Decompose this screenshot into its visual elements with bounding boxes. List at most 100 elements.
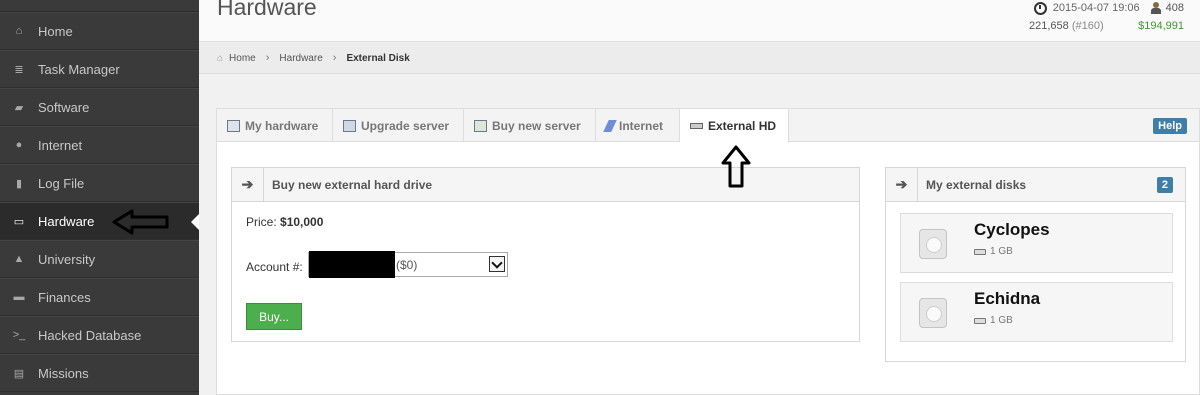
disk-size-value: 1 GB: [990, 315, 1013, 326]
buy-hd-panel-header: ➔ Buy new external hard drive: [232, 167, 859, 202]
sidebar-item-label: Missions: [38, 365, 89, 381]
monitor-icon: ▭: [13, 215, 25, 228]
chevron-down-icon[interactable]: [489, 256, 505, 272]
hard-drive-icon: [919, 229, 947, 259]
tab-buy-new-server[interactable]: Buy new server: [464, 109, 596, 142]
users-online-icon: [1150, 1, 1162, 15]
header-datetime: 2015-04-07 19:06: [1052, 2, 1140, 14]
header-online-count: 408: [1165, 2, 1184, 14]
sidebar-item-finances[interactable]: ▬ Finances: [0, 278, 199, 316]
add-server-icon: [474, 119, 487, 132]
header-rank: (#160): [1071, 20, 1104, 32]
book-icon: ▮: [15, 177, 23, 190]
disk-count-badge: 2: [1156, 176, 1173, 193]
sidebar-item-label: Hacked Database: [38, 327, 142, 343]
breadcrumb-current: External Disk: [346, 52, 410, 64]
disk-size: 1 GB: [974, 246, 1013, 257]
home-icon: ⌂: [15, 25, 23, 37]
arrow-right-icon: ➔: [886, 167, 918, 202]
terminal-icon: >_: [12, 329, 26, 341]
breadcrumb: ⌂ Home › Hardware › External Disk: [199, 43, 1200, 74]
hardware-icon: [227, 119, 240, 132]
tab-my-hardware[interactable]: My hardware: [217, 109, 333, 142]
sidebar-item-label: Finances: [38, 289, 91, 305]
main-area: Hardware 2015-04-07 19:06 408 221,658 (#…: [199, 0, 1200, 395]
disk-name: Echidna: [974, 289, 1041, 308]
globe-icon: ●: [15, 139, 23, 151]
clipboard-icon: ▤: [13, 367, 25, 380]
header-reputation: 221,658: [1029, 20, 1069, 32]
my-disks-panel: ➔ My external disks 2 Cyclopes 1 GB Echi…: [885, 167, 1186, 362]
buy-hd-panel-title: Buy new external hard drive: [272, 177, 433, 192]
hd-icon: [974, 248, 986, 255]
tasks-icon: ≣: [14, 63, 24, 76]
account-select[interactable]: ($0): [308, 251, 508, 278]
account-selected-value: ($0): [396, 257, 418, 272]
price-line: Price: $10,000: [246, 215, 323, 229]
tab-label: Buy new server: [492, 118, 581, 133]
folder-icon: ▰: [14, 101, 24, 114]
active-caret: [191, 214, 199, 230]
breadcrumb-hardware[interactable]: Hardware: [279, 53, 322, 64]
breadcrumb-separator: ›: [332, 52, 337, 64]
disk-item[interactable]: Echidna 1 GB: [900, 282, 1173, 342]
my-disks-panel-header: ➔ My external disks 2: [886, 167, 1185, 202]
tab-upgrade-server[interactable]: Upgrade server: [333, 109, 464, 142]
tab-label: My hardware: [245, 118, 319, 133]
cable-icon: [603, 119, 617, 132]
hd-icon: [690, 123, 703, 129]
price-label: Price:: [246, 215, 277, 229]
disk-size-value: 1 GB: [990, 246, 1013, 257]
sidebar-item-label: University: [38, 251, 96, 267]
sidebar-item-log-file[interactable]: ▮ Log File: [0, 164, 199, 202]
redacted-account: [309, 251, 395, 278]
sidebar-item-internet[interactable]: ● Internet: [0, 126, 199, 164]
sidebar-item-label: Software: [38, 99, 90, 115]
header-stats: 2015-04-07 19:06 408 221,658 (#160) $194…: [1029, 1, 1184, 37]
sidebar-item-label: Hardware: [38, 213, 95, 229]
page-header: Hardware 2015-04-07 19:06 408 221,658 (#…: [199, 0, 1200, 42]
breadcrumb-separator: ›: [265, 52, 270, 64]
flask-icon: ▲: [13, 253, 25, 265]
arrow-right-icon: ➔: [232, 167, 264, 202]
sidebar-item-task-manager[interactable]: ≣ Task Manager: [0, 50, 199, 88]
breadcrumb-home[interactable]: Home: [229, 53, 256, 64]
sidebar-item-label: Log File: [38, 175, 85, 191]
breadcrumb-home-icon: ⌂: [217, 52, 224, 64]
sidebar-item-missions[interactable]: ▤ Missions: [0, 354, 199, 392]
sidebar-item-label: Task Manager: [38, 61, 120, 77]
sidebar-item-software[interactable]: ▰ Software: [0, 88, 199, 126]
page-title: Hardware: [217, 0, 317, 20]
sidebar-item-label: Home: [38, 23, 73, 39]
upgrade-icon: [343, 119, 356, 132]
account-label: Account #:: [246, 260, 303, 274]
tab-label: External HD: [708, 119, 777, 133]
content-box: My hardware Upgrade server Buy new serve…: [216, 108, 1200, 395]
hd-icon: [974, 317, 986, 324]
sidebar-item-label: Internet: [38, 137, 83, 153]
tab-bar: My hardware Upgrade server Buy new serve…: [217, 109, 1199, 143]
tab-label: Upgrade server: [361, 118, 450, 133]
annotation-arrow-left-icon: [112, 209, 169, 235]
tab-external-hd[interactable]: External HD: [680, 109, 789, 143]
tab-label: Internet: [619, 118, 664, 133]
sidebar-item-university[interactable]: ▲ University: [0, 240, 199, 278]
sidebar-top: [0, 0, 199, 12]
tab-internet[interactable]: Internet: [596, 109, 680, 142]
clock-icon: [1033, 1, 1047, 15]
help-button[interactable]: Help: [1153, 118, 1187, 134]
sidebar-item-home[interactable]: ⌂ Home: [0, 12, 199, 50]
disk-item[interactable]: Cyclopes 1 GB: [900, 213, 1173, 273]
hard-drive-icon: [919, 298, 947, 328]
header-money[interactable]: $194,991: [1138, 20, 1184, 32]
sidebar: ⌂ Home ≣ Task Manager ▰ Software ● Inter…: [0, 0, 199, 395]
annotation-arrow-up-icon: [721, 145, 751, 188]
disk-name: Cyclopes: [974, 220, 1050, 239]
briefcase-icon: ▬: [13, 291, 25, 303]
buy-hd-panel: ➔ Buy new external hard drive Price: $10…: [231, 167, 860, 342]
disk-size: 1 GB: [974, 315, 1013, 326]
sidebar-item-hacked-database[interactable]: >_ Hacked Database: [0, 316, 199, 354]
my-disks-panel-title: My external disks: [926, 177, 1027, 192]
buy-button[interactable]: Buy...: [246, 303, 302, 330]
price-value: $10,000: [280, 215, 324, 229]
